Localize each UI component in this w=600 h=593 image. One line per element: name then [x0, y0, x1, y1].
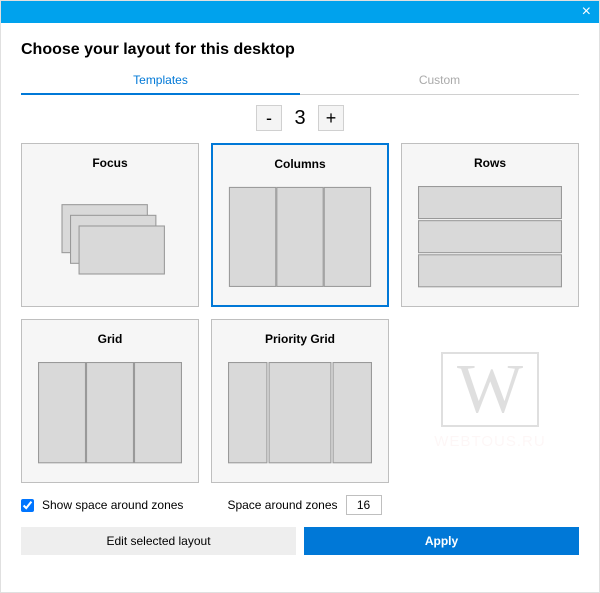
zone-count-value: 3 [288, 107, 312, 130]
template-gallery: Focus Columns [21, 143, 579, 483]
edit-layout-button[interactable]: Edit selected layout [21, 527, 296, 555]
decrement-button[interactable]: - [256, 105, 282, 131]
close-icon[interactable]: × [582, 4, 591, 20]
grid-thumb-icon [30, 354, 190, 471]
template-title: Columns [274, 153, 325, 179]
footer-buttons: Edit selected layout Apply [21, 527, 579, 555]
show-space-checkbox[interactable] [21, 499, 34, 512]
template-card-focus[interactable]: Focus [21, 143, 199, 307]
tab-bar: Templates Custom [21, 67, 579, 95]
template-title: Rows [474, 152, 506, 178]
zone-count-stepper: - 3 + [21, 95, 579, 143]
template-title: Focus [92, 152, 127, 178]
priority-grid-thumb-icon [220, 354, 380, 471]
tab-custom[interactable]: Custom [300, 67, 579, 94]
titlebar: × [1, 1, 599, 23]
watermark-cell: W WEBTOUS.RU [401, 319, 579, 483]
page-title: Choose your layout for this desktop [21, 23, 579, 67]
space-around-label: Space around zones [227, 498, 337, 512]
template-card-columns[interactable]: Columns [211, 143, 389, 307]
template-card-priority-grid[interactable]: Priority Grid [211, 319, 389, 483]
options-row: Show space around zones Space around zon… [21, 483, 579, 527]
rows-thumb-icon [410, 178, 570, 295]
template-title: Grid [98, 328, 123, 354]
template-title: Priority Grid [265, 328, 335, 354]
show-space-label: Show space around zones [42, 498, 183, 512]
template-card-grid[interactable]: Grid [21, 319, 199, 483]
focus-thumb-icon [30, 178, 190, 295]
tab-templates[interactable]: Templates [21, 67, 300, 95]
apply-button[interactable]: Apply [304, 527, 579, 555]
space-around-input[interactable] [346, 495, 382, 515]
columns-thumb-icon [221, 179, 379, 295]
template-card-rows[interactable]: Rows [401, 143, 579, 307]
dialog-window: × Choose your layout for this desktop Te… [0, 0, 600, 593]
increment-button[interactable]: + [318, 105, 344, 131]
dialog-body: Choose your layout for this desktop Temp… [1, 23, 599, 592]
watermark-icon: W WEBTOUS.RU [434, 352, 545, 450]
